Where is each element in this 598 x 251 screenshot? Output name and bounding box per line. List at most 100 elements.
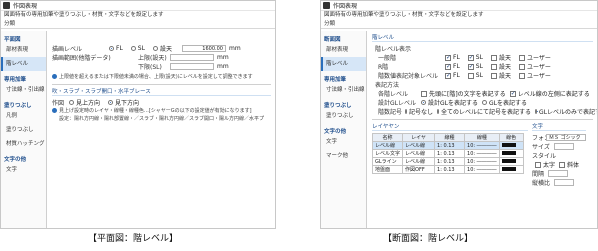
floor-number-label: 階数記号 <box>378 109 403 116</box>
italic-checkbox[interactable] <box>559 161 566 168</box>
level-checkbox[interactable] <box>518 72 525 79</box>
col-linetype: 線種 <box>434 133 466 142</box>
level-checkbox[interactable] <box>445 63 451 70</box>
color-swatch[interactable] <box>501 150 516 155</box>
fl-radio[interactable] <box>109 46 114 51</box>
sl-radio-label: SL <box>137 45 145 52</box>
draw-level-label: 描画レベル <box>52 46 83 53</box>
sidebar-item-mark[interactable]: マーク他 <box>321 149 366 163</box>
direction-label: 作図 <box>52 100 65 107</box>
gl-only-radio[interactable] <box>535 109 539 114</box>
ratio-label: 縦横比 <box>532 180 551 187</box>
level-checkbox[interactable] <box>518 54 525 61</box>
all-levels-label: 全てのレベルにて記号を表記する <box>441 109 532 116</box>
sidebar-category-text: 文字の他 <box>324 129 347 135</box>
window-description: 図面特有の専用加筆や塗りつぶし・材質・文字などを設定します <box>324 12 484 18</box>
table-cell: 1: 0.13 <box>434 157 466 166</box>
gl-design-radio[interactable] <box>421 100 426 105</box>
sidebar-item-member[interactable]: 部材表現 <box>321 43 366 57</box>
sidebar-item-fill[interactable]: 塗りつぶし <box>321 109 366 123</box>
info-icon <box>52 74 57 79</box>
sidebar-item-member[interactable]: 部材表現 <box>1 43 46 57</box>
table-cell: レベル線 <box>402 157 436 166</box>
view-up-label: 見上方向 <box>76 100 101 107</box>
left-side-checkbox-label: レベル線の左側に表記する <box>517 91 590 98</box>
color-swatch[interactable] <box>501 166 516 171</box>
bold-checkbox[interactable] <box>535 161 541 168</box>
sidebar-item-floor-level[interactable]: 階レベル <box>321 57 366 71</box>
view-up-radio[interactable] <box>69 100 74 105</box>
gl-radio[interactable] <box>482 100 487 105</box>
table-cell: 1: 0.13 <box>434 141 466 150</box>
col-name: 名称 <box>371 133 404 142</box>
no-symbol-radio[interactable] <box>405 109 408 114</box>
ceiling-radio[interactable] <box>152 46 158 51</box>
spacing-input[interactable] <box>548 170 569 177</box>
col-color: 線色 <box>498 133 524 142</box>
level-checkbox[interactable] <box>445 54 451 61</box>
sidebar-item-text[interactable]: 文字 <box>1 163 46 177</box>
classification-label: 分類 <box>321 20 597 29</box>
prefix-checkbox[interactable] <box>421 90 427 97</box>
sidebar-category-fill: 塗りつぶし <box>4 103 32 109</box>
level-checkbox[interactable] <box>490 54 497 61</box>
level-checkbox[interactable] <box>467 54 474 61</box>
plan-level-window: 作図表現 図面特有の専用加筆や塗りつぶし・材質・文字などを設定します 分類 平面… <box>0 0 276 229</box>
level-checkbox[interactable] <box>490 63 497 70</box>
table-cell: レベル線 <box>402 141 436 150</box>
sidebar-item-hatching[interactable]: 材質ハッチング <box>1 137 46 151</box>
level-checkbox[interactable] <box>490 72 497 79</box>
table-row[interactable]: GLライン レベル線 1: 0.13 10: ―――― <box>371 157 524 166</box>
level-value-input[interactable]: 1600.00 <box>181 45 226 52</box>
table-cell: GLライン <box>371 157 404 166</box>
sidebar-category-annotation: 専用加筆 <box>4 77 27 83</box>
table-cell: 1: 0.13 <box>434 165 466 174</box>
table-cell <box>498 165 524 174</box>
level-row-label: 階数値表記対象レベル <box>378 73 439 80</box>
sidebar-item-dimension[interactable]: 寸法線・引出線 <box>321 83 366 97</box>
upper-limit-input[interactable] <box>170 54 214 61</box>
info-icon <box>52 108 57 113</box>
window-title: 作図表現 <box>13 3 38 10</box>
color-swatch[interactable] <box>501 142 516 147</box>
level-checkbox[interactable] <box>445 72 451 79</box>
unit-label: mm <box>228 45 241 52</box>
section-level-window: 作図表現 図面特有の専用加筆や塗りつぶし・材質・文字などを設定します 分類 断面… <box>320 0 598 229</box>
all-levels-radio[interactable] <box>437 109 440 114</box>
sidebar-item-legend[interactable]: 凡例 <box>1 109 46 123</box>
app-icon <box>323 2 330 9</box>
font-select[interactable]: ＭＳ ゴシック <box>546 134 586 141</box>
lower-limit-input[interactable] <box>170 63 214 70</box>
level-checkbox-label: ユーザー <box>526 73 551 80</box>
table-row[interactable]: レベル文字 レベル線 1: 0.13 10: ―――― <box>371 149 524 158</box>
layer-note: 見上げ設定時のレイヤ・線種・線種色…[シャヤーGの以下の設定値が有効になります] <box>52 107 271 115</box>
table-cell: 作図OFF <box>402 165 436 174</box>
level-checkbox[interactable] <box>467 72 474 79</box>
sidebar-item-dimension[interactable]: 寸法線・引出線 <box>1 83 46 97</box>
view-down-radio[interactable] <box>108 100 114 105</box>
size-input[interactable] <box>553 143 574 150</box>
sidebar-category-section: 断面図 <box>324 37 341 43</box>
color-swatch[interactable] <box>501 158 516 163</box>
level-checkbox[interactable] <box>467 63 474 70</box>
sidebar-item-floor-level[interactable]: 階レベル <box>1 57 46 71</box>
level-checkbox-label: ユーザー <box>526 55 551 62</box>
table-row[interactable]: 地盤面 作図OFF 1: 0.13 10: ―――― <box>371 165 524 174</box>
table-cell <box>498 141 524 150</box>
level-checkbox[interactable] <box>518 63 525 70</box>
each-level-label: 各階レベル <box>378 91 409 98</box>
range-note: 上限値を超えるまたは下限値未満の場合、上限(設天)にレベルを設定して調整できます <box>52 73 271 81</box>
sidebar-item-fill[interactable]: 塗りつぶし <box>1 123 46 137</box>
style-label: スタイル <box>532 153 557 160</box>
level-checkbox-label: 設天 <box>498 64 511 71</box>
level-checkbox-label: FL <box>453 63 460 70</box>
level-row-label: R階 <box>378 64 389 71</box>
ratio-input[interactable] <box>554 179 575 186</box>
level-display-label: 階レベル表示 <box>375 46 412 53</box>
table-row[interactable]: レベル線 レベル線 1: 0.13 10: ―――― <box>371 141 524 150</box>
sidebar-item-text[interactable]: 文字 <box>321 135 366 149</box>
sl-radio[interactable] <box>130 46 136 51</box>
level-checkbox-label: FL <box>453 72 460 79</box>
left-side-checkbox[interactable] <box>509 90 516 97</box>
app-icon <box>3 2 10 9</box>
